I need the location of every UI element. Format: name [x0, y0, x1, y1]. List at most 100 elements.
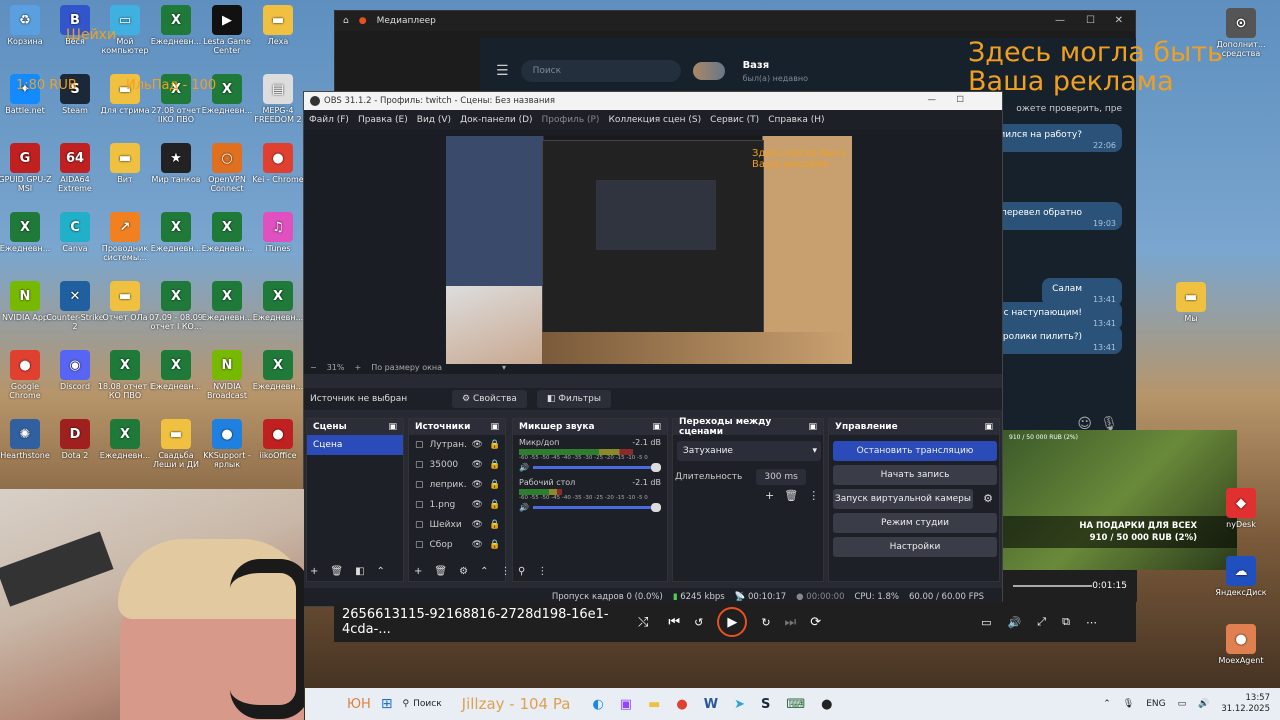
- desktop-icon[interactable]: X Ежедневн...: [249, 281, 307, 322]
- move-up-icon[interactable]: ⌃: [377, 566, 385, 577]
- desktop-icon[interactable]: ● MoexAgent: [1212, 624, 1270, 665]
- seek-bar[interactable]: [1013, 585, 1093, 587]
- menu-item[interactable]: Сервис (T): [710, 115, 759, 125]
- more-icon[interactable]: ⋮: [808, 489, 819, 502]
- zoom-in-icon[interactable]: +: [354, 363, 361, 372]
- source-item[interactable]: ▢ леприк. 👁 🔒: [409, 475, 505, 495]
- tray-mic-icon[interactable]: 🎙: [1123, 699, 1134, 709]
- desktop-icon[interactable]: ♫ iTunes: [249, 212, 307, 253]
- menu-item[interactable]: Правка (E): [358, 115, 408, 125]
- delete-source-icon[interactable]: 🗑: [434, 566, 447, 577]
- explorer-icon[interactable]: ▬: [648, 697, 660, 712]
- desktop-icon[interactable]: ▬ Свадьба Леши и ДИ: [147, 419, 205, 469]
- repeat-icon[interactable]: ⟳: [810, 615, 821, 630]
- menu-item[interactable]: Профиль (P): [542, 115, 600, 125]
- tray-chevron-icon[interactable]: ⌃: [1103, 699, 1111, 709]
- source-item[interactable]: ▢ 35000 👁 🔒: [409, 455, 505, 475]
- volume-slider[interactable]: [532, 503, 661, 512]
- desktop-icon[interactable]: ⊙ Дополнит... средства: [1212, 8, 1270, 58]
- clock[interactable]: 13:57 31.12.2025: [1221, 693, 1270, 715]
- lock-icon[interactable]: 🔒: [489, 480, 500, 490]
- eye-icon[interactable]: 👁: [472, 520, 483, 530]
- desktop-icon[interactable]: N NVIDIA Broadcast: [198, 350, 256, 400]
- add-source-icon[interactable]: +: [414, 566, 422, 577]
- maximize-icon[interactable]: ☐: [1086, 15, 1095, 26]
- filters-button[interactable]: ◧ Фильтры: [536, 390, 611, 408]
- next-icon[interactable]: ⏭: [785, 615, 797, 630]
- shuffle-icon[interactable]: ⤭: [638, 615, 648, 630]
- menu-item[interactable]: Вид (V): [417, 115, 451, 125]
- add-transition-icon[interactable]: +: [765, 489, 774, 502]
- dock-menu-icon[interactable]: ▣: [490, 422, 499, 432]
- obs-minimize-icon[interactable]: —: [928, 95, 937, 105]
- network-icon[interactable]: ▭: [1178, 699, 1187, 709]
- menu-item[interactable]: Справка (H): [768, 115, 824, 125]
- desktop-icon[interactable]: X Ежедневн...: [198, 212, 256, 253]
- previous-icon[interactable]: ⏮: [668, 615, 680, 630]
- desktop-icon[interactable]: ● iikoOffice: [249, 419, 307, 460]
- delete-transition-icon[interactable]: 🗑: [784, 489, 798, 502]
- desktop-icon[interactable]: X Ежедневн...: [96, 419, 154, 460]
- desktop-icon[interactable]: ▬ Отчет ОЛа: [96, 281, 154, 322]
- steam-icon[interactable]: S: [761, 697, 770, 712]
- menu-item[interactable]: Коллекция сцен (S): [608, 115, 701, 125]
- volume-slider-handle[interactable]: [651, 503, 661, 512]
- control-button[interactable]: Запуск виртуальной камеры: [833, 489, 973, 509]
- desktop-icon[interactable]: ▤ MEPG-4 FREEDOM 2: [249, 74, 307, 124]
- desktop-icon[interactable]: ○ OpenVPN Connect: [198, 143, 256, 193]
- lock-icon[interactable]: 🔒: [489, 500, 500, 510]
- desktop-icon[interactable]: X Ежедневн...: [249, 350, 307, 391]
- desktop-icon[interactable]: ★ Мир танков: [147, 143, 205, 184]
- more-icon[interactable]: ⋯: [1086, 616, 1097, 629]
- eye-icon[interactable]: 👁: [472, 440, 483, 450]
- volume-icon[interactable]: 🔊: [519, 463, 529, 472]
- chrome-icon[interactable]: ●: [676, 697, 687, 712]
- desktop-icon[interactable]: X Ежедневн...: [198, 281, 256, 322]
- subtitles-icon[interactable]: ▭: [981, 616, 991, 629]
- eye-icon[interactable]: 👁: [472, 500, 483, 510]
- mixer-link-icon[interactable]: ⚲: [518, 566, 525, 577]
- scene-filter-icon[interactable]: ◧: [355, 566, 364, 577]
- dock-menu-icon[interactable]: ▣: [808, 422, 817, 432]
- source-settings-icon[interactable]: ⚙: [459, 566, 468, 577]
- eye-icon[interactable]: 👁: [472, 460, 483, 470]
- desktop-icon[interactable]: ▶ Lesta Game Center: [198, 5, 256, 55]
- start-button[interactable]: ⊞: [381, 696, 393, 712]
- telegram-icon[interactable]: ➤: [734, 697, 745, 712]
- search-input-taskbar[interactable]: ⚲ Поиск: [403, 699, 442, 709]
- add-scene-icon[interactable]: +: [310, 566, 318, 577]
- gamepad-icon[interactable]: ⌨: [786, 697, 805, 712]
- volume-icon[interactable]: 🔊: [519, 503, 529, 512]
- rewind-icon[interactable]: ↺: [694, 616, 703, 629]
- lock-icon[interactable]: 🔒: [489, 520, 500, 530]
- volume-slider[interactable]: [532, 463, 661, 472]
- volume-tray-icon[interactable]: 🔊: [1198, 699, 1209, 709]
- source-item[interactable]: ▢ Лутран. 👁 🔒: [409, 435, 505, 455]
- obs-icon[interactable]: ●: [821, 697, 832, 712]
- control-button[interactable]: Режим студии: [833, 513, 997, 533]
- control-button[interactable]: Начать запись: [833, 465, 997, 485]
- message-bubble[interactable]: риился на работу? 22:06: [983, 124, 1122, 152]
- lock-icon[interactable]: 🔒: [489, 440, 500, 450]
- language-indicator[interactable]: ENG: [1146, 699, 1165, 709]
- eye-icon[interactable]: 👁: [472, 540, 483, 550]
- virtual-camera-settings-icon[interactable]: ⚙: [983, 492, 993, 505]
- desktop-icon[interactable]: ☁ ЯндексДиск: [1212, 556, 1270, 597]
- desktop-icon[interactable]: X Ежедневн...: [147, 212, 205, 253]
- desktop-icon[interactable]: ▬ Вит: [96, 143, 154, 184]
- source-item[interactable]: ▢ Сбор 👁 🔒: [409, 535, 505, 555]
- desktop-icon[interactable]: X Ежедневн...: [147, 5, 205, 46]
- obs-maximize-icon[interactable]: ☐: [956, 95, 964, 105]
- control-button[interactable]: Остановить трансляцию: [833, 441, 997, 461]
- forward-icon[interactable]: ↻: [761, 616, 770, 629]
- volume-slider-handle[interactable]: [651, 463, 661, 472]
- desktop-icon[interactable]: ▬ Мы: [1162, 282, 1220, 323]
- dock-menu-icon[interactable]: ▣: [984, 422, 993, 432]
- play-button[interactable]: ▶: [717, 607, 748, 637]
- desktop-icon[interactable]: X Ежедневн...: [147, 350, 205, 391]
- search-input[interactable]: Поиск: [520, 60, 681, 82]
- duration-input[interactable]: 300 ms: [756, 469, 806, 485]
- volume-icon[interactable]: 🔊: [1008, 616, 1022, 629]
- source-item[interactable]: ▢ 1.png 👁 🔒: [409, 495, 505, 515]
- desktop-icon[interactable]: ↗ Проводник системы...: [96, 212, 154, 262]
